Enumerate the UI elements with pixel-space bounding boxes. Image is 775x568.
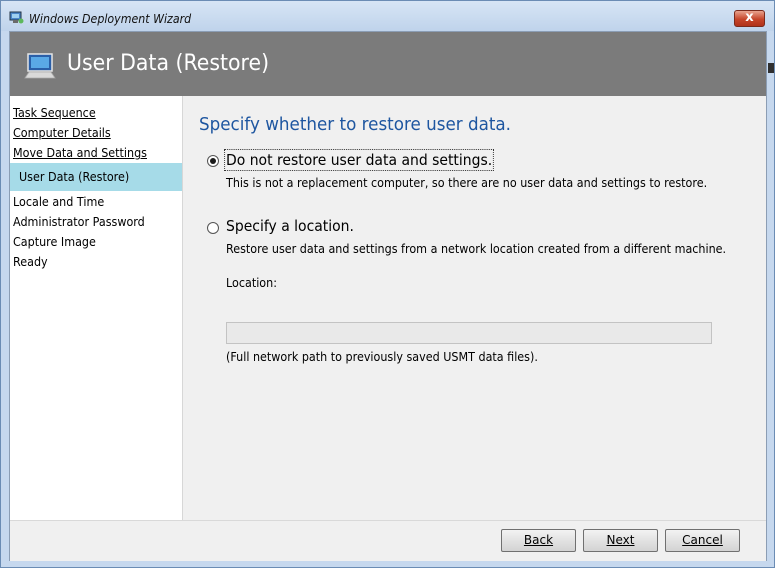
page-title: User Data (Restore): [67, 51, 270, 76]
wizard-footer: Back Next Cancel: [10, 520, 766, 561]
main-panel: Specify whether to restore user data. Do…: [183, 96, 766, 520]
nav-item-ready: Ready: [13, 255, 48, 269]
nav-item-computer-details[interactable]: Computer Details: [13, 123, 111, 143]
next-button-label: Next: [606, 533, 635, 547]
window-edge-marker: [768, 63, 774, 73]
cancel-button-label: Cancel: [682, 533, 723, 547]
location-hint: (Full network path to previously saved U…: [226, 350, 538, 364]
nav-item-task-sequence[interactable]: Task Sequence: [13, 103, 96, 123]
wizard-app-icon: [9, 11, 24, 24]
wizard-window: Windows Deployment Wizard x User Data (R…: [0, 0, 775, 568]
cancel-button[interactable]: Cancel: [665, 529, 740, 552]
specify-location-radio[interactable]: [207, 222, 219, 234]
back-button-label: Back: [523, 533, 554, 547]
nav-item-user-data-restore[interactable]: User Data (Restore): [10, 163, 182, 191]
nav-item-move-data-settings[interactable]: Move Data and Settings: [13, 143, 147, 163]
wizard-step-nav: Task Sequence Computer Details Move Data…: [10, 96, 183, 520]
nav-item-label: User Data (Restore): [19, 170, 130, 184]
nav-item-capture-image: Capture Image: [13, 235, 96, 249]
do-not-restore-radio[interactable]: [207, 155, 219, 167]
specify-location-label[interactable]: Specify a location.: [226, 217, 354, 235]
do-not-restore-description: This is not a replacement computer, so t…: [226, 176, 708, 190]
location-input[interactable]: [226, 322, 712, 344]
next-button[interactable]: Next: [583, 529, 658, 552]
computer-icon: [24, 53, 56, 79]
title-bar[interactable]: Windows Deployment Wizard x: [1, 1, 774, 31]
back-button[interactable]: Back: [501, 529, 576, 552]
nav-item-locale-time: Locale and Time: [13, 195, 105, 209]
nav-item-admin-password: Administrator Password: [13, 215, 145, 229]
wizard-client-area: User Data (Restore) Task Sequence Comput…: [9, 31, 767, 561]
specify-location-description: Restore user data and settings from a ne…: [226, 242, 727, 256]
page-banner: User Data (Restore): [10, 32, 766, 96]
close-button[interactable]: x: [734, 10, 765, 27]
do-not-restore-label[interactable]: Do not restore user data and settings.: [224, 149, 495, 171]
close-icon: x: [745, 10, 754, 25]
location-label: Location:: [226, 276, 277, 290]
section-heading: Specify whether to restore user data.: [199, 114, 511, 135]
window-title: Windows Deployment Wizard: [29, 12, 192, 26]
